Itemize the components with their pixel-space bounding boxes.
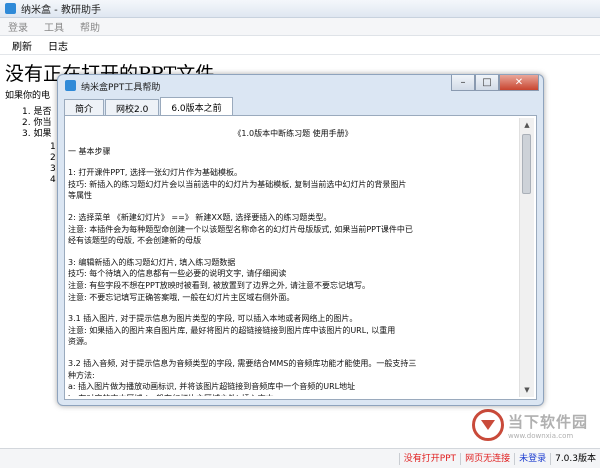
version-label: 7.0.3版本 bbox=[550, 452, 600, 465]
maximize-button[interactable]: □ bbox=[475, 75, 499, 91]
list-item: 3 bbox=[50, 164, 56, 174]
list-item: 2 bbox=[50, 153, 56, 163]
doc-line bbox=[68, 247, 518, 257]
minimize-icon: – bbox=[460, 77, 466, 88]
help-document: 《1.0版本中断练习题 使用手册》 一 基本步骤 1: 打开课件PPT, 选择一… bbox=[68, 120, 518, 396]
list-item: 1. 是否 bbox=[22, 107, 52, 117]
tab-strip: 简介 网校2.0 6.0版本之前 bbox=[64, 97, 234, 116]
web-status: 网页无连接 bbox=[460, 452, 514, 465]
menu-bar: 登录 工具 帮助 bbox=[0, 18, 600, 36]
window-title: 纳米盒 - 教研助手 bbox=[21, 5, 101, 16]
minimize-button[interactable]: – bbox=[451, 75, 475, 91]
doc-line: b: 在对应的文本区域 (一般在幻灯片主区域之外) 插入文本: bbox=[68, 393, 518, 396]
tab-netschool[interactable]: 网校2.0 bbox=[105, 99, 160, 116]
doc-line: 注意: 本插件会为每种题型命创建一个以该题型名称命名的幻灯片母版版式, 如果当前… bbox=[68, 224, 413, 234]
doc-line: 资源。 bbox=[68, 337, 92, 347]
doc-line bbox=[68, 303, 518, 313]
list-item: 4 bbox=[50, 175, 56, 185]
menu-help[interactable]: 帮助 bbox=[80, 19, 100, 34]
scroll-up-icon[interactable]: ▲ bbox=[520, 118, 534, 132]
list-item: 2. 你当 bbox=[22, 118, 52, 128]
list-item: 3. 如果 bbox=[22, 129, 52, 139]
ppt-status: 没有打开PPT bbox=[398, 452, 460, 465]
refresh-button[interactable]: 刷新 bbox=[12, 38, 32, 53]
doc-line: 技巧: 新插入的练习题幻灯片会以当前选中的幻灯片为基础模板, 复制当前选中幻灯片… bbox=[68, 179, 407, 189]
doc-line: 3.1 插入图片, 对于提示信息为图片类型的字段, 可以插入本地或者网络上的图片… bbox=[68, 314, 358, 324]
doc-title: 《1.0版本中断练习题 使用手册》 bbox=[233, 129, 353, 138]
doc-line: 经有该题型的母版, 不会创建新的母版 bbox=[68, 236, 202, 246]
tab-before-6[interactable]: 6.0版本之前 bbox=[160, 97, 233, 116]
doc-line: 1: 打开课件PPT, 选择一张幻灯片作为基础模板。 bbox=[68, 168, 242, 178]
app-icon bbox=[5, 3, 16, 14]
doc-line bbox=[68, 348, 518, 358]
watermark: 当下软件园 www.downxia.com bbox=[472, 404, 596, 446]
toolbar: 刷新 日志 bbox=[0, 36, 600, 55]
doc-line: 注意: 不要忘记填写正确答案哦, 一般在幻灯片主区域右侧外面。 bbox=[68, 292, 295, 302]
doc-line: 种方法: bbox=[68, 370, 95, 380]
status-bar: 没有打开PPT 网页无连接 未登录 7.0.3版本 bbox=[0, 448, 600, 468]
scroll-down-icon[interactable]: ▼ bbox=[520, 383, 534, 397]
dialog-app-icon bbox=[65, 80, 76, 91]
vertical-scrollbar[interactable]: ▲ ▼ bbox=[519, 118, 534, 397]
menu-tools[interactable]: 工具 bbox=[44, 19, 64, 34]
login-status[interactable]: 未登录 bbox=[514, 452, 550, 465]
maximize-icon: □ bbox=[482, 77, 492, 88]
tab-panel: 《1.0版本中断练习题 使用手册》 一 基本步骤 1: 打开课件PPT, 选择一… bbox=[64, 115, 537, 400]
doc-line: 2: 选择菜单 《新建幻灯片》 ==》 新建XX题, 选择要插入的练习题类型。 bbox=[68, 212, 332, 222]
dialog-title: 纳米盒PPT工具帮助 bbox=[81, 83, 161, 93]
instruction-list: 1. 是否 2. 你当 3. 如果 bbox=[22, 107, 51, 140]
doc-line: a: 插入图片做为播放动画标识, 并将该图片超链接到音频库中一个音频的URL地址 bbox=[68, 382, 356, 392]
watermark-logo-icon bbox=[472, 409, 504, 441]
sub-list: 1 2 3 4 bbox=[50, 142, 56, 186]
log-button[interactable]: 日志 bbox=[48, 38, 68, 53]
doc-line: 注意: 如果插入的图片来自图片库, 最好将图片的超链接链接到图片库中该图片的UR… bbox=[68, 325, 396, 335]
tab-intro[interactable]: 简介 bbox=[64, 99, 105, 116]
main-title-bar: 纳米盒 - 教研助手 bbox=[0, 0, 600, 18]
watermark-url: www.downxia.com bbox=[508, 431, 574, 440]
window-controls: – □ ✕ bbox=[451, 75, 539, 91]
scroll-thumb[interactable] bbox=[522, 134, 531, 194]
close-button[interactable]: ✕ bbox=[499, 75, 539, 91]
doc-line: 3.2 插入音频, 对于提示信息为音频类型的字段, 需要结合MMS的音频库功能才… bbox=[68, 358, 417, 368]
watermark-name: 当下软件园 bbox=[508, 412, 589, 431]
doc-line: 一 基本步骤 bbox=[68, 146, 111, 156]
menu-login[interactable]: 登录 bbox=[8, 19, 28, 34]
help-dialog: 纳米盒PPT工具帮助 – □ ✕ 简介 网校2.0 6.0版本之前 《1.0版本… bbox=[57, 74, 544, 406]
doc-line: 注意: 有些字段不想在PPT放映时被看到, 被放置到了边界之外, 请注意不要忘记… bbox=[68, 280, 370, 290]
dialog-title-bar[interactable]: 纳米盒PPT工具帮助 – □ ✕ bbox=[58, 75, 543, 97]
list-item: 1 bbox=[50, 142, 56, 152]
close-icon: ✕ bbox=[514, 77, 524, 88]
doc-lines: 一 基本步骤 1: 打开课件PPT, 选择一张幻灯片作为基础模板。 技巧: 新插… bbox=[68, 146, 518, 396]
doc-line bbox=[68, 202, 518, 212]
doc-line: 3: 编辑新插入的练习题幻灯片, 填入练习题数据 bbox=[68, 257, 236, 267]
doc-line bbox=[68, 157, 518, 167]
doc-line: 技巧: 每个待填入的信息都有一些必要的说明文字, 请仔细阅读 bbox=[68, 269, 287, 279]
doc-line: 等属性 bbox=[68, 191, 92, 201]
page-note: 如果你的电 bbox=[5, 91, 51, 101]
